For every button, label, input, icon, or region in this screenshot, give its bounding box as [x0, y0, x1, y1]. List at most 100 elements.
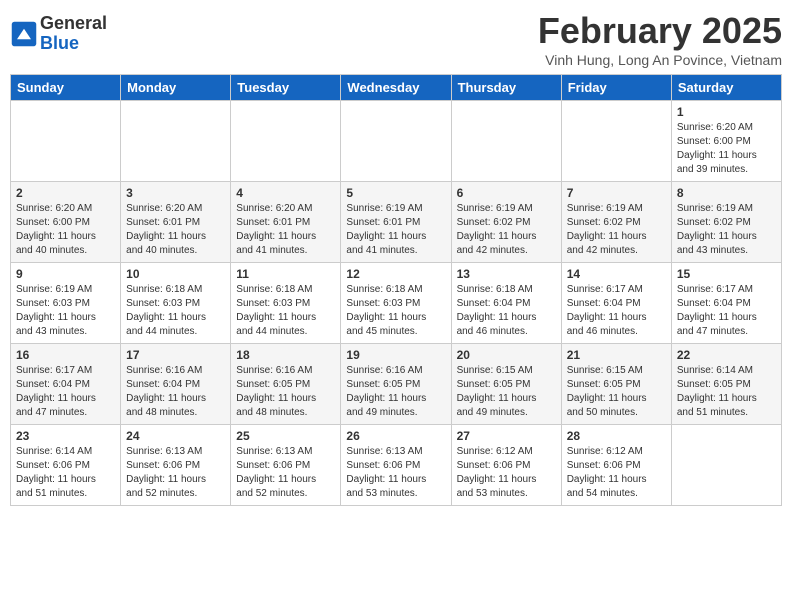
day-number: 19	[346, 348, 445, 362]
calendar-cell: 7Sunrise: 6:19 AM Sunset: 6:02 PM Daylig…	[561, 182, 671, 263]
day-number: 27	[457, 429, 556, 443]
calendar-cell: 14 Sunrise: 6:17 AM Sunset: 6:04 PM Dayli…	[561, 263, 671, 344]
day-info: Sunrise: 6:16 AM Sunset: 6:05 PM Dayligh…	[236, 364, 335, 420]
day-info: Sunrise: 6:20 AM Sunset: 6:00 PM Dayligh…	[16, 202, 115, 258]
day-info: Sunrise: 6:20 AM Sunset: 6:01 PM Dayligh…	[126, 202, 225, 258]
day-number: 6	[457, 186, 556, 200]
weekday-header-thursday: Thursday	[451, 75, 561, 101]
day-info: Sunrise: 6:13 AM Sunset: 6:06 PM Dayligh…	[236, 445, 335, 501]
day-number: 4	[236, 186, 335, 200]
weekday-header-tuesday: Tuesday	[231, 75, 341, 101]
day-number: 14	[567, 267, 666, 281]
calendar-cell: 13 Sunrise: 6:18 AM Sunset: 6:04 PM Dayli…	[451, 263, 561, 344]
calendar-cell: 5 Sunrise: 6:19 AM Sunset: 6:01 PM Daylig…	[341, 182, 451, 263]
day-info: Sunrise: 6:17 AM Sunset: 6:04 PM Dayligh…	[677, 283, 776, 339]
day-info: Sunrise: 6:18 AM Sunset: 6:04 PM Dayligh…	[457, 283, 556, 339]
calendar-cell: 4 Sunrise: 6:20 AM Sunset: 6:01 PM Daylig…	[231, 182, 341, 263]
calendar-cell: 1 Sunrise: 6:20 AM Sunset: 6:00 PM Daylig…	[671, 101, 781, 182]
calendar-cell	[341, 101, 451, 182]
day-number: 25	[236, 429, 335, 443]
weekday-header-monday: Monday	[121, 75, 231, 101]
week-row-1: 1 Sunrise: 6:20 AM Sunset: 6:00 PM Daylig…	[11, 101, 782, 182]
calendar-cell: 19 Sunrise: 6:16 AM Sunset: 6:05 PM Dayli…	[341, 344, 451, 425]
calendar-cell: 16 Sunrise: 6:17 AM Sunset: 6:04 PM Dayli…	[11, 344, 121, 425]
day-info: Sunrise: 6:12 AM Sunset: 6:06 PM Dayligh…	[457, 445, 556, 501]
day-number: 17	[126, 348, 225, 362]
day-number: 24	[126, 429, 225, 443]
calendar-cell: 17 Sunrise: 6:16 AM Sunset: 6:04 PM Dayli…	[121, 344, 231, 425]
day-number: 10	[126, 267, 225, 281]
day-info: Sunrise: 6:17 AM Sunset: 6:04 PM Dayligh…	[16, 364, 115, 420]
calendar-cell: 26 Sunrise: 6:13 AM Sunset: 6:06 PM Dayli…	[341, 425, 451, 506]
day-number: 26	[346, 429, 445, 443]
calendar-cell	[561, 101, 671, 182]
day-info: Sunrise: 6:18 AM Sunset: 6:03 PM Dayligh…	[346, 283, 445, 339]
calendar-cell: 28 Sunrise: 6:12 AM Sunset: 6:06 PM Dayli…	[561, 425, 671, 506]
calendar-cell: 15Sunrise: 6:17 AM Sunset: 6:04 PM Dayli…	[671, 263, 781, 344]
weekday-header-wednesday: Wednesday	[341, 75, 451, 101]
day-number: 18	[236, 348, 335, 362]
logo-line1: General	[40, 14, 107, 34]
month-year-title: February 2025	[538, 10, 782, 52]
calendar-cell: 22 Sunrise: 6:14 AM Sunset: 6:05 PM Dayli…	[671, 344, 781, 425]
day-info: Sunrise: 6:19 AM Sunset: 6:01 PM Dayligh…	[346, 202, 445, 258]
calendar-cell: 25 Sunrise: 6:13 AM Sunset: 6:06 PM Dayli…	[231, 425, 341, 506]
calendar-cell	[11, 101, 121, 182]
day-number: 7	[567, 186, 666, 200]
calendar-cell	[451, 101, 561, 182]
day-number: 8	[677, 186, 776, 200]
title-block: February 2025 Vinh Hung, Long An Povince…	[538, 10, 782, 68]
calendar-cell: 12 Sunrise: 6:18 AM Sunset: 6:03 PM Dayli…	[341, 263, 451, 344]
day-number: 3	[126, 186, 225, 200]
day-number: 16	[16, 348, 115, 362]
day-number: 2	[16, 186, 115, 200]
day-number: 20	[457, 348, 556, 362]
day-info: Sunrise: 6:20 AM Sunset: 6:01 PM Dayligh…	[236, 202, 335, 258]
logo-icon	[10, 20, 38, 48]
day-number: 11	[236, 267, 335, 281]
day-info: Sunrise: 6:18 AM Sunset: 6:03 PM Dayligh…	[236, 283, 335, 339]
day-info: Sunrise: 6:13 AM Sunset: 6:06 PM Dayligh…	[346, 445, 445, 501]
day-number: 5	[346, 186, 445, 200]
week-row-3: 9Sunrise: 6:19 AM Sunset: 6:03 PM Daylig…	[11, 263, 782, 344]
day-info: Sunrise: 6:14 AM Sunset: 6:05 PM Dayligh…	[677, 364, 776, 420]
day-number: 13	[457, 267, 556, 281]
weekday-header-saturday: Saturday	[671, 75, 781, 101]
day-number: 1	[677, 105, 776, 119]
calendar-cell: 18 Sunrise: 6:16 AM Sunset: 6:05 PM Dayli…	[231, 344, 341, 425]
day-info: Sunrise: 6:13 AM Sunset: 6:06 PM Dayligh…	[126, 445, 225, 501]
week-row-5: 23 Sunrise: 6:14 AM Sunset: 6:06 PM Dayli…	[11, 425, 782, 506]
calendar-cell: 6Sunrise: 6:19 AM Sunset: 6:02 PM Daylig…	[451, 182, 561, 263]
calendar-cell: 23 Sunrise: 6:14 AM Sunset: 6:06 PM Dayli…	[11, 425, 121, 506]
day-info: Sunrise: 6:15 AM Sunset: 6:05 PM Dayligh…	[457, 364, 556, 420]
day-number: 22	[677, 348, 776, 362]
calendar-cell: 10 Sunrise: 6:18 AM Sunset: 6:03 PM Dayli…	[121, 263, 231, 344]
calendar-cell: 2 Sunrise: 6:20 AM Sunset: 6:00 PM Daylig…	[11, 182, 121, 263]
calendar-cell: 20 Sunrise: 6:15 AM Sunset: 6:05 PM Dayli…	[451, 344, 561, 425]
calendar-cell	[121, 101, 231, 182]
day-number: 28	[567, 429, 666, 443]
weekday-header-friday: Friday	[561, 75, 671, 101]
day-number: 23	[16, 429, 115, 443]
day-info: Sunrise: 6:18 AM Sunset: 6:03 PM Dayligh…	[126, 283, 225, 339]
day-info: Sunrise: 6:16 AM Sunset: 6:04 PM Dayligh…	[126, 364, 225, 420]
calendar-cell	[231, 101, 341, 182]
logo-line2: Blue	[40, 34, 107, 54]
logo: General Blue	[10, 14, 107, 54]
calendar-cell: 21 Sunrise: 6:15 AM Sunset: 6:05 PM Dayli…	[561, 344, 671, 425]
day-number: 21	[567, 348, 666, 362]
day-info: Sunrise: 6:12 AM Sunset: 6:06 PM Dayligh…	[567, 445, 666, 501]
page-header: General Blue February 2025 Vinh Hung, Lo…	[10, 10, 782, 68]
day-info: Sunrise: 6:15 AM Sunset: 6:05 PM Dayligh…	[567, 364, 666, 420]
day-info: Sunrise: 6:20 AM Sunset: 6:00 PM Dayligh…	[677, 121, 776, 177]
day-info: Sunrise: 6:16 AM Sunset: 6:05 PM Dayligh…	[346, 364, 445, 420]
calendar-cell: 9Sunrise: 6:19 AM Sunset: 6:03 PM Daylig…	[11, 263, 121, 344]
day-info: Sunrise: 6:19 AM Sunset: 6:03 PM Dayligh…	[16, 283, 115, 339]
weekday-header-sunday: Sunday	[11, 75, 121, 101]
day-info: Sunrise: 6:17 AM Sunset: 6:04 PM Dayligh…	[567, 283, 666, 339]
week-row-2: 2 Sunrise: 6:20 AM Sunset: 6:00 PM Daylig…	[11, 182, 782, 263]
calendar-cell: 8Sunrise: 6:19 AM Sunset: 6:02 PM Daylig…	[671, 182, 781, 263]
calendar-cell: 27 Sunrise: 6:12 AM Sunset: 6:06 PM Dayli…	[451, 425, 561, 506]
day-number: 12	[346, 267, 445, 281]
day-info: Sunrise: 6:14 AM Sunset: 6:06 PM Dayligh…	[16, 445, 115, 501]
